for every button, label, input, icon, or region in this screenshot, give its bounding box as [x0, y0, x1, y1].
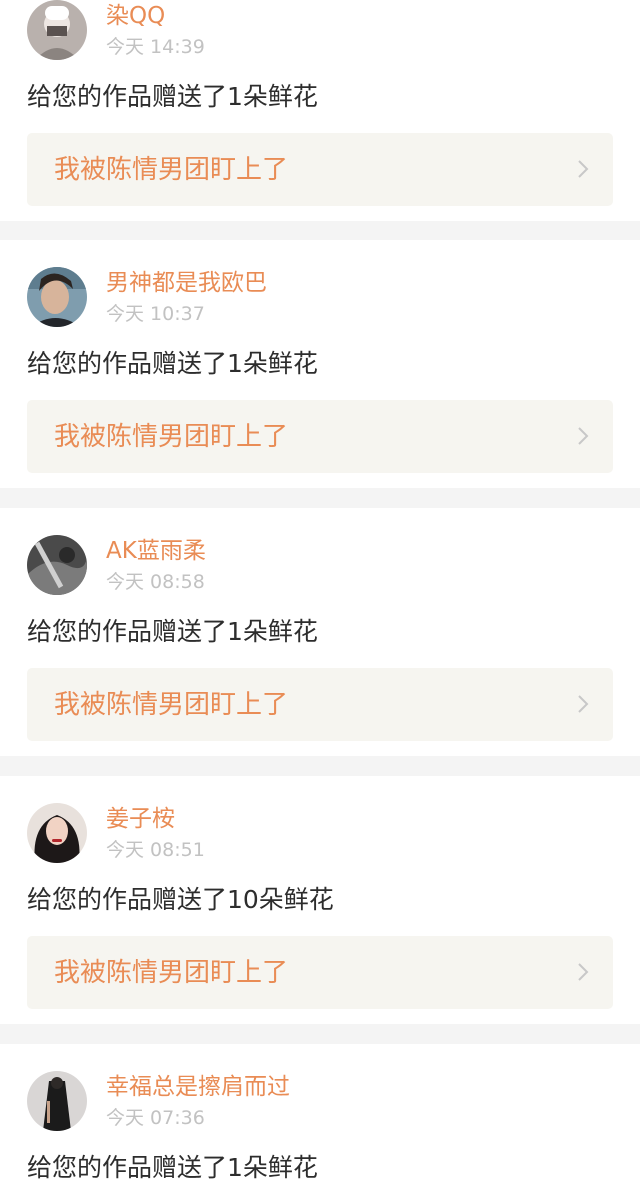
- notification-card: AK蓝雨柔 今天 08:58 给您的作品赠送了1朵鲜花 我被陈情男团盯上了: [0, 508, 640, 756]
- user-avatar-icon[interactable]: [27, 535, 87, 595]
- work-link[interactable]: 我被陈情男团盯上了: [27, 400, 613, 473]
- user-avatar-icon[interactable]: [27, 803, 87, 863]
- gift-message: 给您的作品赠送了1朵鲜花: [27, 349, 318, 378]
- notification-card: 幸福总是擦肩而过 今天 07:36 给您的作品赠送了1朵鲜花: [0, 1044, 640, 1187]
- timestamp: 今天 07:36: [106, 1107, 205, 1129]
- work-title: 我被陈情男团盯上了: [54, 958, 289, 988]
- timestamp: 今天 08:58: [106, 571, 205, 593]
- gift-message: 给您的作品赠送了1朵鲜花: [27, 82, 318, 111]
- notification-card: 男神都是我欧巴 今天 10:37 给您的作品赠送了1朵鲜花 我被陈情男团盯上了: [0, 240, 640, 488]
- work-title: 我被陈情男团盯上了: [54, 155, 289, 185]
- user-avatar-icon[interactable]: [27, 0, 87, 60]
- chevron-right-icon: [577, 426, 589, 446]
- work-link[interactable]: 我被陈情男团盯上了: [27, 133, 613, 206]
- username[interactable]: 姜子桉: [106, 803, 175, 835]
- chevron-right-icon: [577, 962, 589, 982]
- username[interactable]: 幸福总是擦肩而过: [106, 1071, 290, 1103]
- gift-message: 给您的作品赠送了1朵鲜花: [27, 1153, 318, 1182]
- username[interactable]: 男神都是我欧巴: [106, 267, 267, 299]
- work-title: 我被陈情男团盯上了: [54, 422, 289, 452]
- work-link[interactable]: 我被陈情男团盯上了: [27, 936, 613, 1009]
- chevron-right-icon: [577, 159, 589, 179]
- notification-card: 姜子桉 今天 08:51 给您的作品赠送了10朵鲜花 我被陈情男团盯上了: [0, 776, 640, 1024]
- timestamp: 今天 14:39: [106, 36, 205, 58]
- chevron-right-icon: [577, 694, 589, 714]
- timestamp: 今天 08:51: [106, 839, 205, 861]
- timestamp: 今天 10:37: [106, 303, 205, 325]
- notification-card: 染QQ 今天 14:39 给您的作品赠送了1朵鲜花 我被陈情男团盯上了: [0, 0, 640, 221]
- gift-message: 给您的作品赠送了10朵鲜花: [27, 885, 334, 914]
- user-avatar-icon[interactable]: [27, 1071, 87, 1131]
- username[interactable]: 染QQ: [106, 0, 165, 32]
- work-title: 我被陈情男团盯上了: [54, 690, 289, 720]
- work-link[interactable]: 我被陈情男团盯上了: [27, 668, 613, 741]
- user-avatar-icon[interactable]: [27, 267, 87, 327]
- username[interactable]: AK蓝雨柔: [106, 535, 206, 567]
- gift-message: 给您的作品赠送了1朵鲜花: [27, 617, 318, 646]
